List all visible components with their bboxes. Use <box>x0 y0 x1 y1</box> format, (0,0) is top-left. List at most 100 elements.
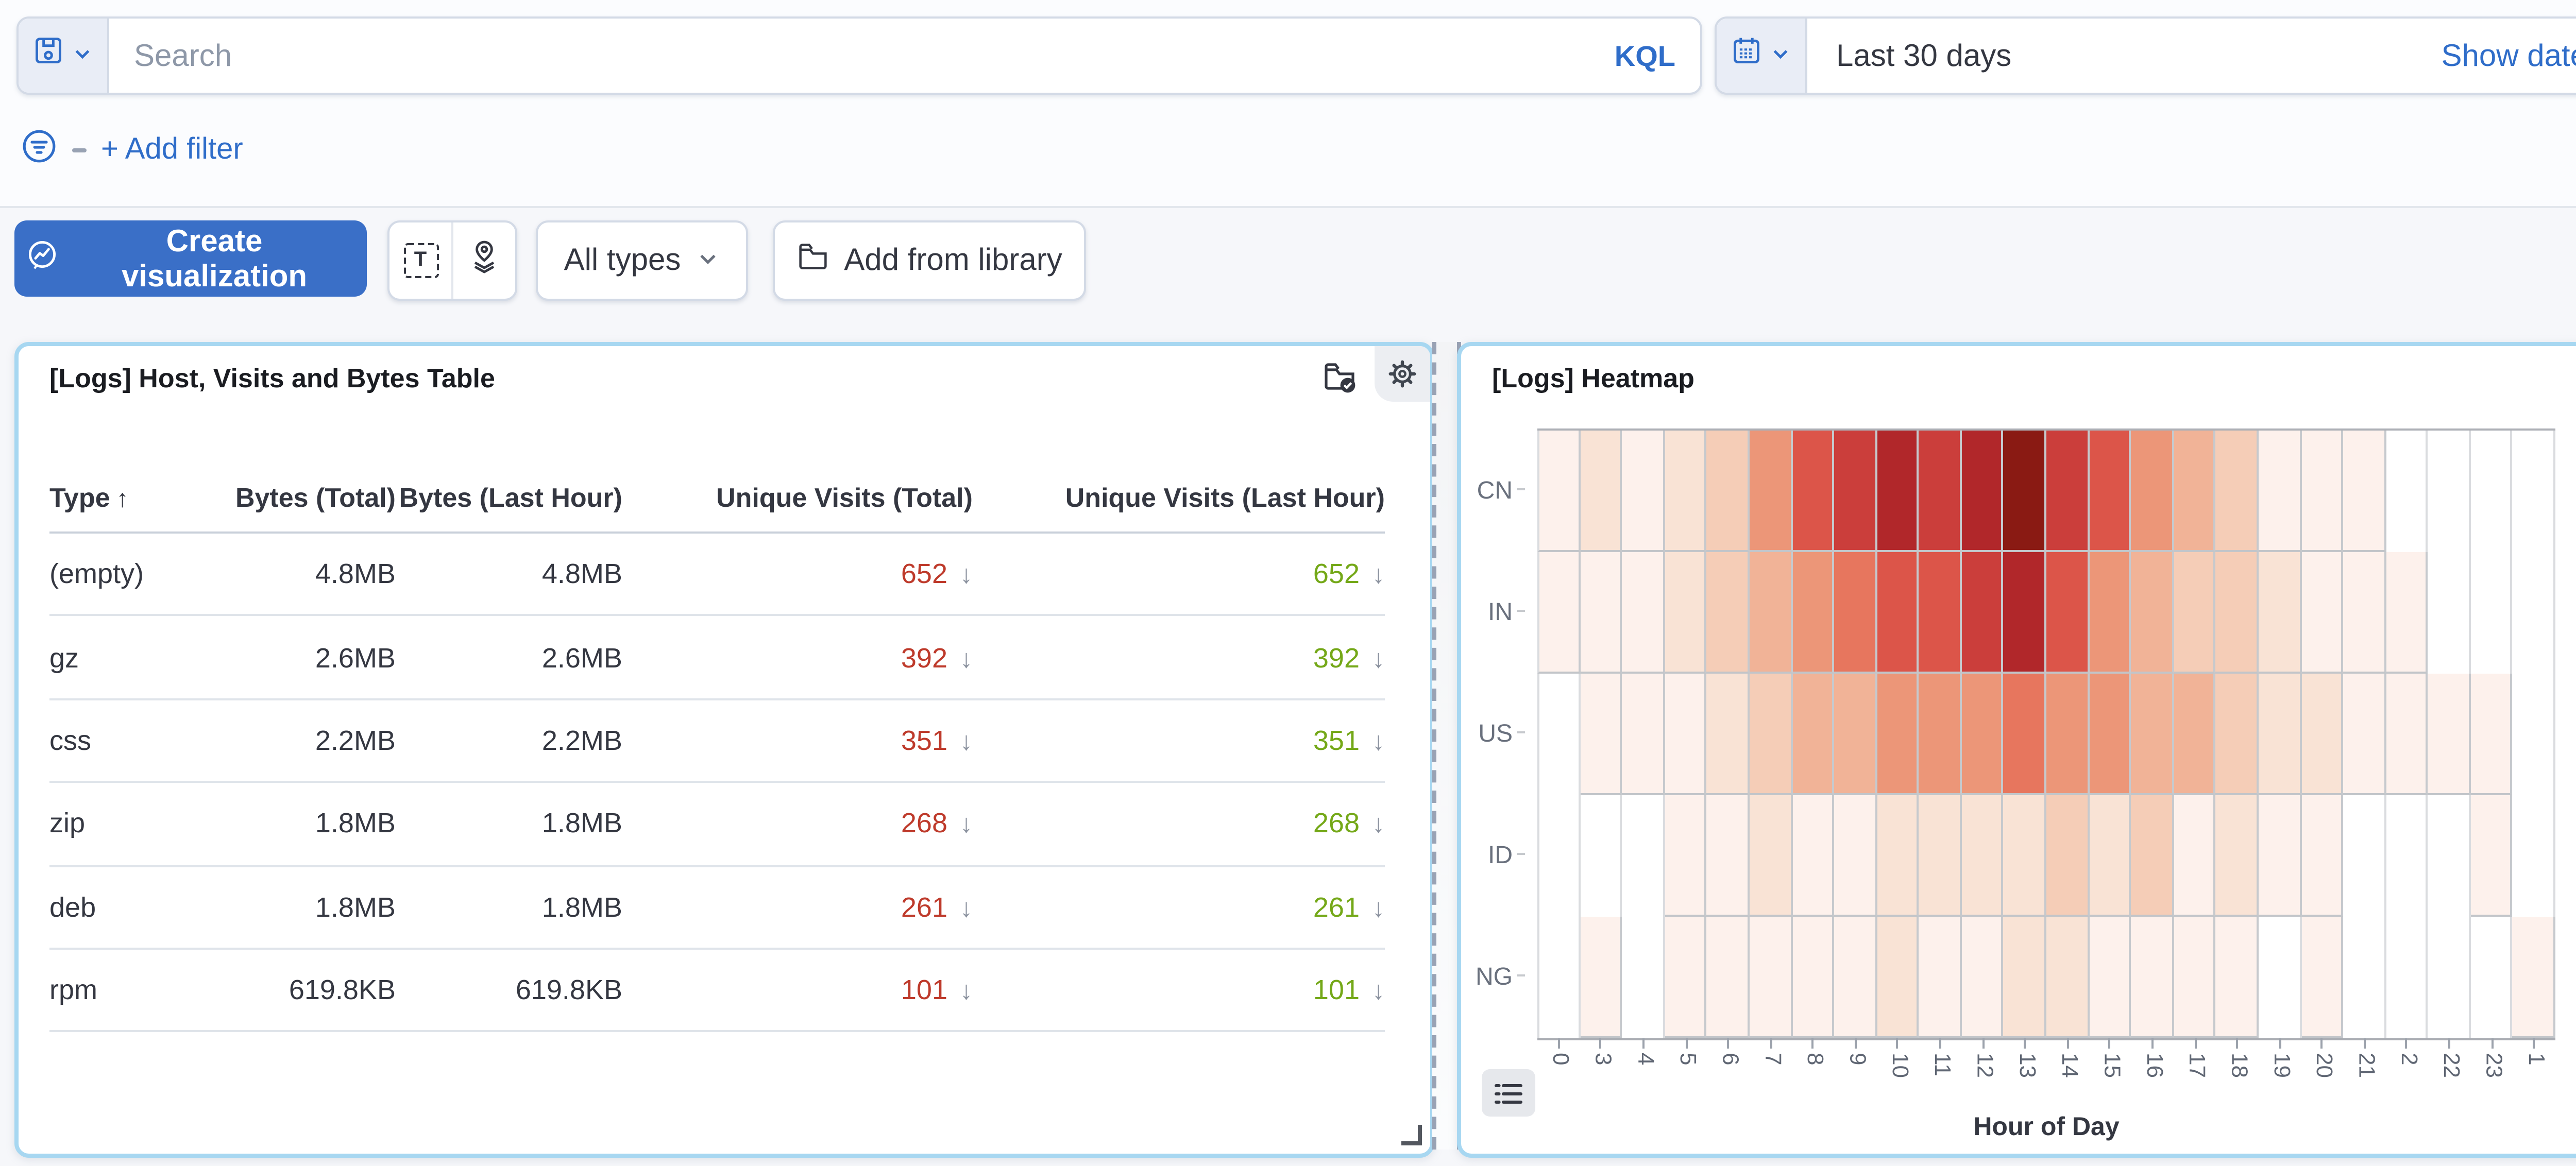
heatmap-cell[interactable] <box>1877 552 1919 674</box>
heatmap-cell[interactable] <box>2470 674 2513 795</box>
cell-visits-last-hour[interactable]: 268↓ <box>973 808 1385 839</box>
heatmap-cell[interactable] <box>2301 795 2343 917</box>
heatmap-cell[interactable] <box>2259 917 2301 1038</box>
cell-bytes-last-hour[interactable]: 2.6MB <box>396 642 622 673</box>
heatmap-cell[interactable] <box>1792 431 1834 552</box>
heatmap-cell[interactable] <box>2131 674 2174 795</box>
add-text-button[interactable]: T <box>389 222 451 299</box>
heatmap-cell[interactable] <box>1877 674 1919 795</box>
heatmap-cell[interactable] <box>1622 674 1665 795</box>
heatmap-cell[interactable] <box>1580 917 1622 1038</box>
all-types-dropdown[interactable]: All types <box>536 220 748 301</box>
heatmap-cell[interactable] <box>1961 917 2004 1038</box>
heatmap-cell[interactable] <box>2513 674 2555 795</box>
add-filter-link[interactable]: + Add filter <box>101 134 243 167</box>
heatmap-cell[interactable] <box>2301 552 2343 674</box>
saved-query-menu-button[interactable] <box>19 19 109 93</box>
heatmap-cell[interactable] <box>2386 917 2428 1038</box>
heatmap-cell[interactable] <box>2386 552 2428 674</box>
cell-visits-last-hour[interactable]: 392↓ <box>973 642 1385 673</box>
cell-bytes-last-hour[interactable]: 1.8MB <box>396 808 622 839</box>
heatmap-cell[interactable] <box>2216 431 2258 552</box>
date-quick-menu-button[interactable] <box>1717 19 1807 93</box>
cell-type[interactable]: css <box>49 725 231 756</box>
column-header-bytes-last-hour[interactable]: Bytes (Last Hour) <box>396 481 622 512</box>
heatmap-cell[interactable] <box>2386 674 2428 795</box>
heatmap-cell[interactable] <box>1919 552 1961 674</box>
cell-visits-total[interactable]: 652↓ <box>622 559 973 590</box>
heatmap-cell[interactable] <box>2216 795 2258 917</box>
column-header-unique-visits-last-hour[interactable]: Unique Visits (Last Hour) <box>973 481 1385 512</box>
heatmap-cell[interactable] <box>2089 552 2131 674</box>
heatmap-cell[interactable] <box>1537 795 1580 917</box>
heatmap-cell[interactable] <box>2131 795 2174 917</box>
heatmap-cell[interactable] <box>1961 552 2004 674</box>
heatmap-cell[interactable] <box>1622 431 1665 552</box>
heatmap-cell[interactable] <box>1792 917 1834 1038</box>
column-header-unique-visits-total[interactable]: Unique Visits (Total) <box>622 481 973 512</box>
heatmap-cell[interactable] <box>2174 552 2216 674</box>
heatmap-cell[interactable] <box>2004 674 2046 795</box>
heatmap-cell[interactable] <box>1537 431 1580 552</box>
cell-bytes-last-hour[interactable]: 1.8MB <box>396 891 622 922</box>
heatmap-cell[interactable] <box>1919 431 1961 552</box>
cell-visits-total[interactable]: 392↓ <box>622 642 973 673</box>
heatmap-cell[interactable] <box>2343 431 2385 552</box>
heatmap-cell[interactable] <box>1537 552 1580 674</box>
heatmap-cell[interactable] <box>2046 795 2089 917</box>
heatmap-cell[interactable] <box>2343 795 2385 917</box>
heatmap-cell[interactable] <box>2428 795 2470 917</box>
heatmap-cell[interactable] <box>2174 674 2216 795</box>
heatmap-cell[interactable] <box>1707 917 1749 1038</box>
column-header-bytes-total[interactable]: Bytes (Total) <box>231 481 396 512</box>
heatmap-cell[interactable] <box>1580 552 1622 674</box>
heatmap-cell[interactable] <box>2216 674 2258 795</box>
heatmap-cell[interactable] <box>1622 552 1665 674</box>
heatmap-cell[interactable] <box>2004 552 2046 674</box>
heatmap-cell[interactable] <box>1707 795 1749 917</box>
cell-visits-last-hour[interactable]: 351↓ <box>973 725 1385 756</box>
heatmap-cell[interactable] <box>2428 431 2470 552</box>
heatmap-cell[interactable] <box>2513 917 2555 1038</box>
heatmap-cell[interactable] <box>2301 674 2343 795</box>
heatmap-cell[interactable] <box>2131 917 2174 1038</box>
heatmap-cell[interactable] <box>1919 674 1961 795</box>
heatmap-cell[interactable] <box>2046 431 2089 552</box>
heatmap-cell[interactable] <box>2343 674 2385 795</box>
cell-bytes-total[interactable]: 4.8MB <box>231 559 396 590</box>
kql-language-button[interactable]: KQL <box>1590 39 1700 72</box>
cell-type[interactable]: deb <box>49 891 231 922</box>
heatmap-cell[interactable] <box>1834 431 1876 552</box>
cell-bytes-total[interactable]: 619.8KB <box>231 975 396 1006</box>
heatmap-cell[interactable] <box>2259 431 2301 552</box>
heatmap-cell[interactable] <box>2386 431 2428 552</box>
heatmap-cell[interactable] <box>1750 552 1792 674</box>
heatmap-cell[interactable] <box>2259 552 2301 674</box>
heatmap-cell[interactable] <box>2386 795 2428 917</box>
heatmap-cell[interactable] <box>1834 552 1876 674</box>
heatmap-cell[interactable] <box>2089 431 2131 552</box>
heatmap-cell[interactable] <box>2216 552 2258 674</box>
cell-visits-total[interactable]: 351↓ <box>622 725 973 756</box>
heatmap-cell[interactable] <box>1792 552 1834 674</box>
heatmap-cell[interactable] <box>1622 917 1665 1038</box>
cell-type[interactable]: rpm <box>49 975 231 1006</box>
heatmap-cell[interactable] <box>1877 917 1919 1038</box>
create-visualization-button[interactable]: Create visualization <box>14 220 367 297</box>
cell-bytes-last-hour[interactable]: 2.2MB <box>396 725 622 756</box>
heatmap-cell[interactable] <box>2513 795 2555 917</box>
legend-toggle-button[interactable] <box>1482 1069 1535 1117</box>
heatmap-cell[interactable] <box>1834 674 1876 795</box>
heatmap-cell[interactable] <box>2470 552 2513 674</box>
heatmap-cell[interactable] <box>1919 917 1961 1038</box>
cell-bytes-total[interactable]: 2.2MB <box>231 725 396 756</box>
heatmap-cell[interactable] <box>1877 431 1919 552</box>
heatmap-cell[interactable] <box>1792 674 1834 795</box>
heatmap-cell[interactable] <box>2046 552 2089 674</box>
heatmap-cell[interactable] <box>1877 795 1919 917</box>
search-input[interactable] <box>109 19 1590 93</box>
heatmap-cell[interactable] <box>2216 917 2258 1038</box>
heatmap-cell[interactable] <box>2046 917 2089 1038</box>
cell-type[interactable]: gz <box>49 642 231 673</box>
heatmap-cell[interactable] <box>1707 552 1749 674</box>
